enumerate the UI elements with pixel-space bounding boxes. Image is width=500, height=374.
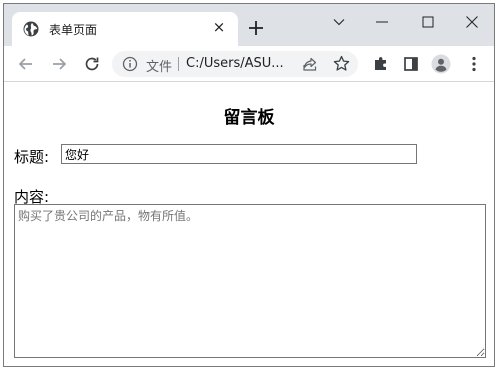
- side-panel-button[interactable]: [401, 54, 421, 74]
- chevron-down-icon: [333, 19, 345, 26]
- side-panel-icon: [404, 57, 418, 71]
- forward-button[interactable]: [49, 54, 69, 74]
- profile-button[interactable]: [431, 54, 451, 74]
- page-title: 留言板: [223, 108, 275, 128]
- minimize-icon: [376, 21, 388, 23]
- title-input[interactable]: [61, 144, 417, 164]
- globe-icon: [23, 21, 39, 37]
- reload-icon: [85, 57, 99, 71]
- puzzle-icon: [375, 57, 386, 70]
- browser-window: 表单页面 × 文件 C:/Users/ASU... 留言板 标题: 您好 内容:…: [3, 3, 495, 367]
- star-icon[interactable]: [333, 55, 350, 72]
- scheme-label: 文件: [146, 60, 173, 75]
- extensions-button[interactable]: [371, 54, 391, 74]
- profile-icon: [431, 54, 451, 74]
- page-content: 留言板 标题: 内容:: [4, 82, 494, 366]
- title-bar: 表单页面 ×: [4, 4, 494, 46]
- kebab-menu-icon: [472, 56, 476, 72]
- forward-arrow-icon: [53, 58, 67, 70]
- close-icon: [466, 16, 478, 28]
- info-icon[interactable]: [122, 56, 138, 72]
- window-close-button[interactable]: [450, 10, 494, 34]
- new-tab-button[interactable]: [246, 18, 266, 38]
- back-button[interactable]: [16, 54, 36, 74]
- browser-toolbar: 文件 C:/Users/ASU...: [4, 46, 494, 82]
- plus-icon: [249, 21, 263, 35]
- content-textarea[interactable]: [14, 204, 486, 358]
- share-icon[interactable]: [302, 56, 318, 72]
- address-bar[interactable]: 文件 C:/Users/ASU...: [112, 51, 358, 77]
- minimize-button[interactable]: [360, 10, 404, 34]
- url-text[interactable]: C:/Users/ASU...: [186, 56, 284, 71]
- omnibox-separator: [178, 57, 179, 71]
- maximize-icon: [422, 16, 434, 28]
- tab-search-button[interactable]: [317, 10, 361, 34]
- maximize-button[interactable]: [406, 10, 450, 34]
- reload-button[interactable]: [82, 54, 102, 74]
- tab-active[interactable]: 表单页面 ×: [12, 12, 238, 46]
- title-label: 标题:: [14, 148, 50, 166]
- back-arrow-icon: [18, 58, 32, 70]
- menu-button[interactable]: [464, 54, 484, 74]
- tab-title: 表单页面: [49, 23, 98, 37]
- tab-close-button[interactable]: ×: [210, 18, 228, 36]
